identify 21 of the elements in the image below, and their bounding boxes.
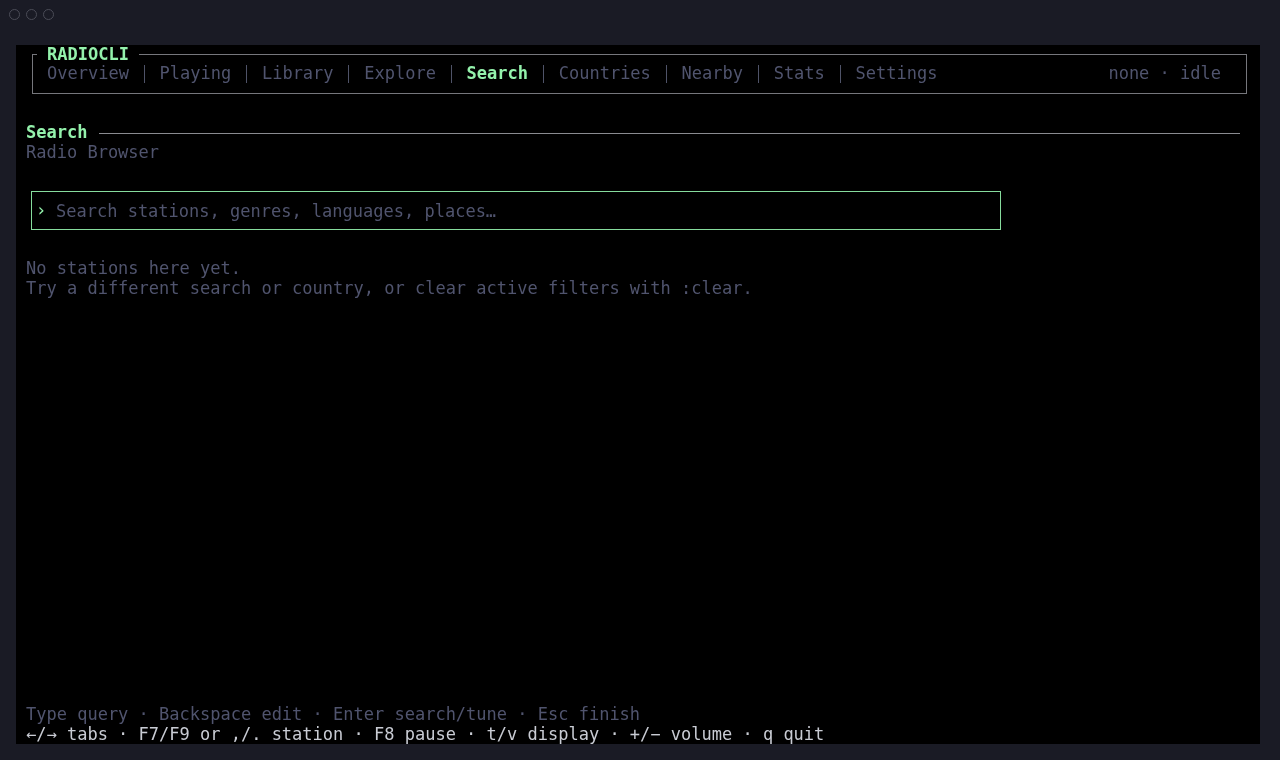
hint-text: Type query · Backspace edit · Enter search/tune · Esc finish: [26, 705, 641, 725]
shortcut-text: ←/→ tabs · F7/F9 or ,/. station · F8 pause · t/v display · +/− volume · q quit: [26, 724, 825, 744]
tab[interactable]: Playing: [159, 64, 232, 84]
tab[interactable]: Nearby: [681, 64, 743, 84]
prompt-icon: ›: [36, 200, 47, 221]
circle-icon[interactable]: [26, 9, 37, 20]
tab[interactable]: Settings: [855, 64, 938, 84]
empty-message: No stations here yet.: [26, 259, 241, 279]
tab[interactable]: Search: [466, 64, 529, 84]
empty-hint: Try a different search or country, or clear active filters with :clear.: [26, 278, 753, 298]
tab[interactable]: Library: [261, 64, 334, 84]
tab[interactable]: Explore: [364, 64, 436, 84]
tab[interactable]: Stats: [773, 64, 825, 84]
status-text: none · idle: [1108, 64, 1221, 84]
circle-icon[interactable]: [9, 9, 20, 20]
circle-icon[interactable]: [43, 9, 54, 20]
section-subtitle: Radio Browser: [26, 142, 160, 163]
section-title: Search: [26, 123, 88, 143]
tab[interactable]: Countries: [558, 64, 651, 84]
app-title: RADIOCLI: [46, 45, 130, 65]
tab[interactable]: Overview: [47, 64, 129, 84]
